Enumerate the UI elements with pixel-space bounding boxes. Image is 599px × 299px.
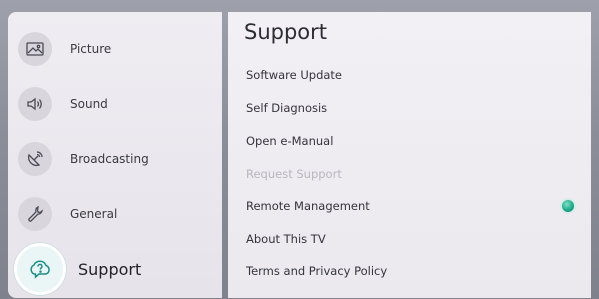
menu-item-label: About This TV <box>246 232 326 246</box>
page-title: Support <box>244 20 328 44</box>
menu-item-request-support: Request Support <box>246 163 576 185</box>
sidebar-item-label: Broadcasting <box>70 152 149 166</box>
menu-item-open-e-manual[interactable]: Open e-Manual <box>246 130 576 152</box>
sidebar-item-sound[interactable]: Sound <box>16 79 216 129</box>
menu-item-software-update[interactable]: Software Update <box>246 64 576 86</box>
status-indicator <box>562 200 574 212</box>
sidebar-item-label: General <box>70 207 118 221</box>
sidebar-item-label: Sound <box>70 97 108 111</box>
menu-item-label: Open e-Manual <box>246 134 334 148</box>
menu-item-terms-and-privacy-policy[interactable]: Terms and Privacy Policy <box>246 260 576 282</box>
support-cloud-icon <box>14 243 66 295</box>
menu-item-label: Terms and Privacy Policy <box>246 264 388 278</box>
menu-item-label: Software Update <box>246 68 342 82</box>
menu-item-remote-management[interactable]: Remote Management <box>246 195 576 217</box>
menu-item-label: Request Support <box>246 167 342 181</box>
sidebar-item-general[interactable]: General <box>16 189 216 239</box>
satellite-dish-icon <box>18 142 52 176</box>
settings-sidebar: Picture Sound Broadcasting General Suppo… <box>8 12 222 298</box>
picture-icon <box>18 32 52 66</box>
menu-item-label: Self Diagnosis <box>246 101 328 115</box>
tv-settings-screen: Picture Sound Broadcasting General Suppo… <box>0 0 599 299</box>
menu-item-label: Remote Management <box>246 199 370 213</box>
wrench-icon <box>18 197 52 231</box>
menu-item-self-diagnosis[interactable]: Self Diagnosis <box>246 97 576 119</box>
sidebar-item-label: Picture <box>70 42 112 56</box>
menu-item-about-this-tv[interactable]: About This TV <box>246 228 576 250</box>
sidebar-item-support[interactable]: Support <box>14 243 216 295</box>
sidebar-item-broadcasting[interactable]: Broadcasting <box>16 134 216 184</box>
speaker-icon <box>18 87 52 121</box>
sidebar-item-label: Support <box>78 259 142 279</box>
sidebar-item-picture[interactable]: Picture <box>16 24 216 74</box>
support-panel: Support Software Update Self Diagnosis O… <box>228 12 591 298</box>
